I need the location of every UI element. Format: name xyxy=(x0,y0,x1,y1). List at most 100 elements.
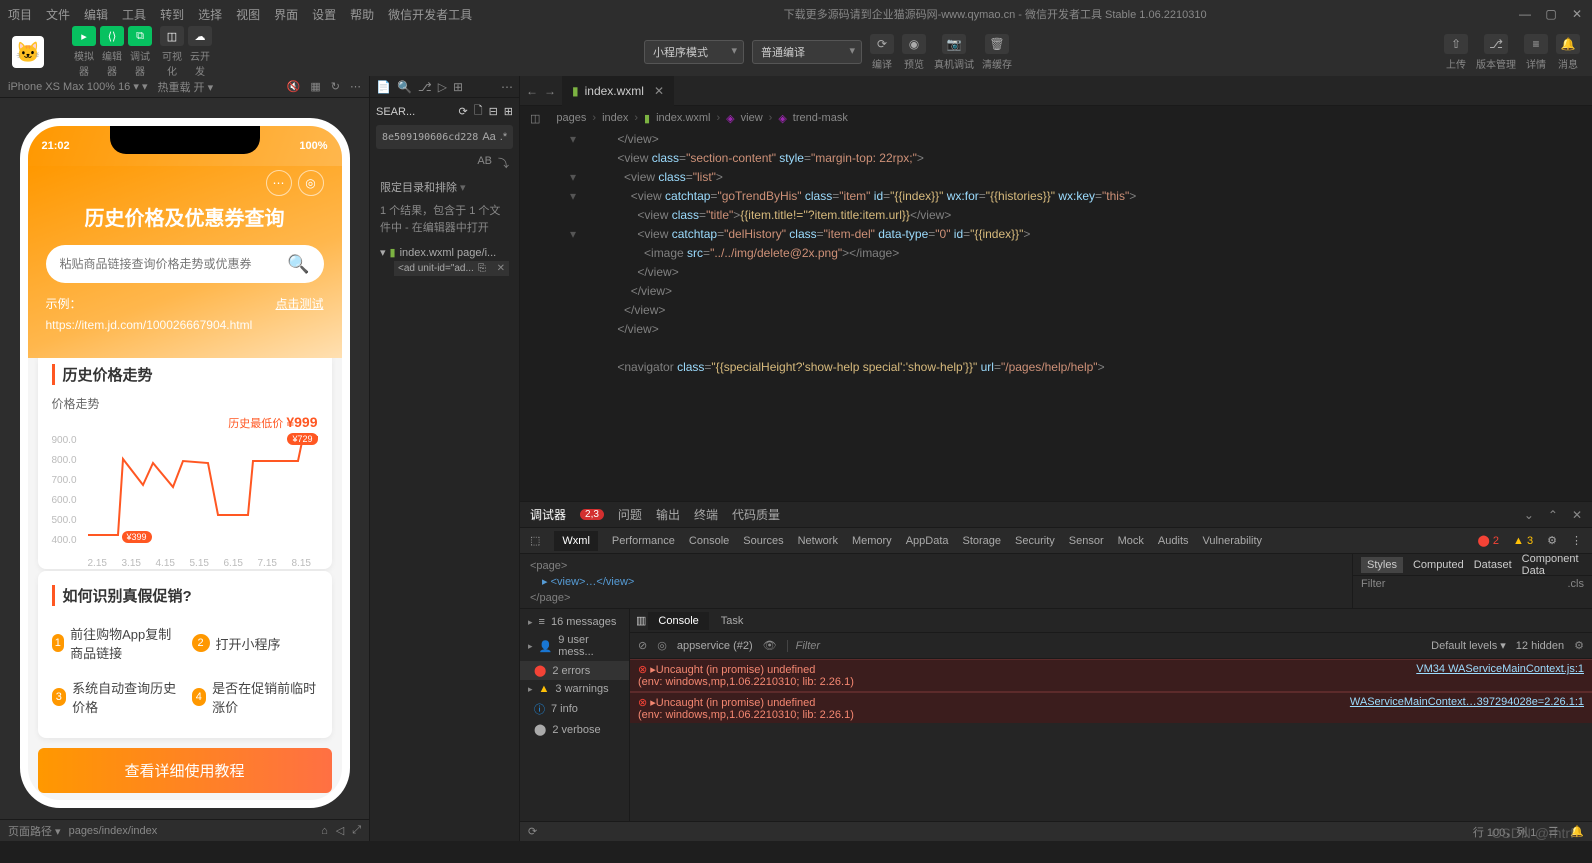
kebab-icon[interactable]: ⋮ xyxy=(1571,534,1582,547)
devtab-sensor[interactable]: Sensor xyxy=(1069,535,1104,547)
styles-tab[interactable]: Styles xyxy=(1361,557,1403,573)
collapse-icon[interactable]: ⊟ xyxy=(489,105,498,118)
more-sim-icon[interactable]: ⋯ xyxy=(350,80,361,93)
upload-button[interactable]: ⇧ xyxy=(1444,34,1468,54)
devtab-console[interactable]: Console xyxy=(689,535,729,547)
capsule-menu-icon[interactable]: ⋯ xyxy=(266,170,292,196)
msg-user[interactable]: ▸👤9 user mess... xyxy=(520,631,629,661)
go-back-icon[interactable]: ← xyxy=(526,84,538,98)
inspect-icon[interactable]: ⬚ xyxy=(530,534,540,547)
code-area[interactable]: ▾▾▾▾ </view> <view class="section-conten… xyxy=(520,130,1592,501)
devtab-sources[interactable]: Sources xyxy=(743,535,783,547)
phone-screen[interactable]: 21:02 100% ⋯ ◎ 历史价格及优惠券查询 🔍 xyxy=(28,126,342,800)
dbg-tab-output[interactable]: 输出 xyxy=(656,506,680,523)
msg-all[interactable]: ▸≡16 messages xyxy=(520,613,629,631)
msg-info[interactable]: ⓘ7 info xyxy=(520,698,629,720)
back-icon[interactable]: ◁ xyxy=(336,824,344,837)
menu-settings[interactable]: 设置 xyxy=(312,6,336,23)
crumb[interactable]: pages xyxy=(556,112,586,124)
replace-icon[interactable]: ⤵ xyxy=(498,155,509,171)
console-tab[interactable]: Console xyxy=(648,612,708,630)
devtab-audits[interactable]: Audits xyxy=(1158,535,1189,547)
level-select[interactable]: Default levels xyxy=(1431,639,1506,652)
menu-interface[interactable]: 界面 xyxy=(274,6,298,23)
preview-button[interactable]: ◉ xyxy=(902,34,926,54)
capsule-close-icon[interactable]: ◎ xyxy=(298,170,324,196)
clear-console-icon[interactable]: ⊘ xyxy=(638,639,647,652)
cls-button[interactable]: .cls xyxy=(1568,578,1585,590)
close-icon[interactable]: ✕ xyxy=(1570,7,1584,21)
compdata-tab[interactable]: Component Data xyxy=(1522,553,1584,577)
menu-goto[interactable]: 转到 xyxy=(160,6,184,23)
ed-status-icon[interactable]: ⟳ xyxy=(528,825,537,838)
dismiss-icon[interactable]: ✕ xyxy=(497,263,505,274)
result-file[interactable]: ▾▮index.wxml page/i... xyxy=(380,246,509,259)
compile-button[interactable]: ⟳ xyxy=(870,34,894,54)
dbg-tab-terminal[interactable]: 终端 xyxy=(694,506,718,523)
debug-icon[interactable]: ▷ xyxy=(438,80,447,94)
menu-project[interactable]: 项目 xyxy=(8,6,32,23)
devtab-storage[interactable]: Storage xyxy=(963,535,1002,547)
dbg-tab-problems[interactable]: 问题 xyxy=(618,506,642,523)
dbg-min-icon[interactable]: ⌄ xyxy=(1524,508,1534,522)
maximize-icon[interactable]: ▢ xyxy=(1544,7,1558,21)
menu-help[interactable]: 帮助 xyxy=(350,6,374,23)
devtab-perf[interactable]: Performance xyxy=(612,535,675,547)
go-fwd-icon[interactable]: → xyxy=(544,84,556,98)
cloud-button[interactable]: ☁ xyxy=(188,26,212,46)
menu-file[interactable]: 文件 xyxy=(46,6,70,23)
dbg-tab-quality[interactable]: 代码质量 xyxy=(732,506,780,523)
styles-filter[interactable]: Filter xyxy=(1361,578,1568,590)
simulator-button[interactable]: ▸ xyxy=(72,26,96,46)
warn-count-icon[interactable]: ▲ 3 xyxy=(1513,535,1533,547)
gear-icon[interactable]: ⚙ xyxy=(1547,534,1557,547)
case-icon[interactable]: Aa xyxy=(482,131,495,143)
mode-select[interactable]: 小程序模式 xyxy=(644,40,744,64)
clear-icon[interactable]: 🗋 xyxy=(474,102,483,121)
crumb[interactable]: index.wxml xyxy=(656,112,710,124)
screenshot-icon[interactable]: ▦ xyxy=(310,80,320,93)
menu-view[interactable]: 视图 xyxy=(236,6,260,23)
compile-select[interactable]: 普通编译 xyxy=(752,40,862,64)
menu-tools[interactable]: 工具 xyxy=(122,6,146,23)
msg-verbose[interactable]: ⬤2 verbose xyxy=(520,720,629,739)
menu-edit[interactable]: 编辑 xyxy=(84,6,108,23)
replace-all-icon[interactable]: AB xyxy=(477,155,492,171)
clear-cache-button[interactable]: 🗑 xyxy=(985,34,1009,54)
menu-devtools[interactable]: 微信开发者工具 xyxy=(388,6,472,23)
dbg-max-icon[interactable]: ⌃ xyxy=(1548,508,1558,522)
hot-reload-select[interactable]: 热重载 开 xyxy=(157,79,213,95)
ext-icon[interactable]: ⊞ xyxy=(453,80,463,94)
error-row[interactable]: ⊗ ▸Uncaught (in promise) undefined (env:… xyxy=(630,692,1592,723)
copy-icon[interactable]: ⎘ xyxy=(478,263,486,274)
top-icon[interactable]: ◎ xyxy=(657,639,667,652)
sidebar-toggle-icon[interactable]: ▥ xyxy=(636,614,646,627)
remote-debug-button[interactable]: 📷 xyxy=(942,34,966,54)
visual-button[interactable]: ◫ xyxy=(160,26,184,46)
split-icon[interactable]: ◫ xyxy=(530,112,540,125)
devtab-network[interactable]: Network xyxy=(798,535,838,547)
task-tab[interactable]: Task xyxy=(711,612,754,630)
menu-select[interactable]: 选择 xyxy=(198,6,222,23)
crumb[interactable]: view xyxy=(741,112,763,124)
msg-warnings[interactable]: ▸▲3 warnings xyxy=(520,680,629,698)
version-button[interactable]: ⎇ xyxy=(1484,34,1508,54)
fold-gutter[interactable]: ▾▾▾▾ xyxy=(570,130,584,501)
error-source-link[interactable]: VM34 WAServiceMainContext.js:1 xyxy=(1416,663,1584,688)
error-row[interactable]: ⊗ ▸Uncaught (in promise) undefined (env:… xyxy=(630,659,1592,692)
console-log[interactable]: ⊗ ▸Uncaught (in promise) undefined (env:… xyxy=(630,659,1592,723)
tutorial-button[interactable]: 查看详细使用教程 xyxy=(38,748,332,793)
home-icon[interactable]: ⌂ xyxy=(321,825,328,837)
devtab-appdata[interactable]: AppData xyxy=(906,535,949,547)
page-path-dropdown[interactable]: 页面路径 ▾ xyxy=(8,823,61,839)
console-filter[interactable]: Filter xyxy=(787,640,1422,652)
rotate-icon[interactable]: ↻ xyxy=(331,80,340,93)
wxml-tree[interactable]: <page> ▸ <view>…</view> </page> xyxy=(520,554,1352,608)
search-options[interactable]: 限定目录和排除 xyxy=(370,175,519,199)
messages-button[interactable]: 🔔 xyxy=(1556,34,1580,54)
expand-icon[interactable]: ⤢ xyxy=(352,824,361,837)
dbg-tab-debugger[interactable]: 调试器 xyxy=(530,506,566,523)
search-input[interactable] xyxy=(60,257,288,271)
refresh-icon[interactable]: ⟳ xyxy=(458,105,467,118)
crumb[interactable]: trend-mask xyxy=(793,112,848,124)
